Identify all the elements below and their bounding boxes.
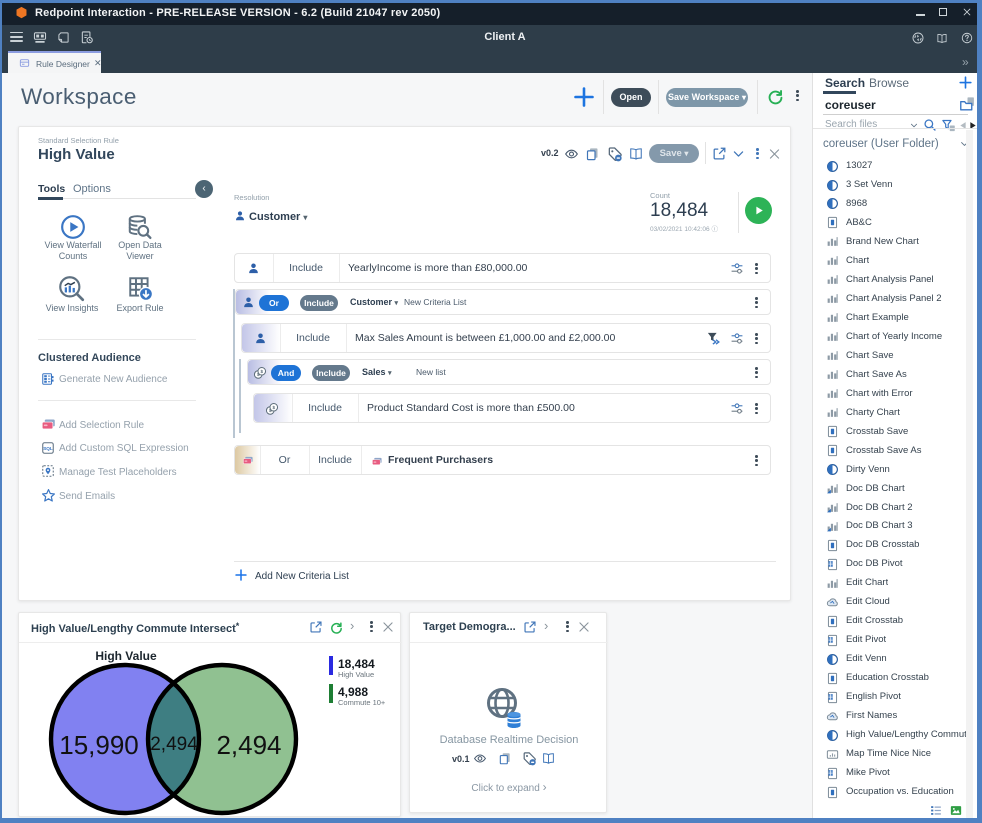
svg-text:SQL: SQL xyxy=(43,446,53,451)
svg-text:$: $ xyxy=(272,405,275,410)
svg-text:$: $ xyxy=(260,369,263,374)
